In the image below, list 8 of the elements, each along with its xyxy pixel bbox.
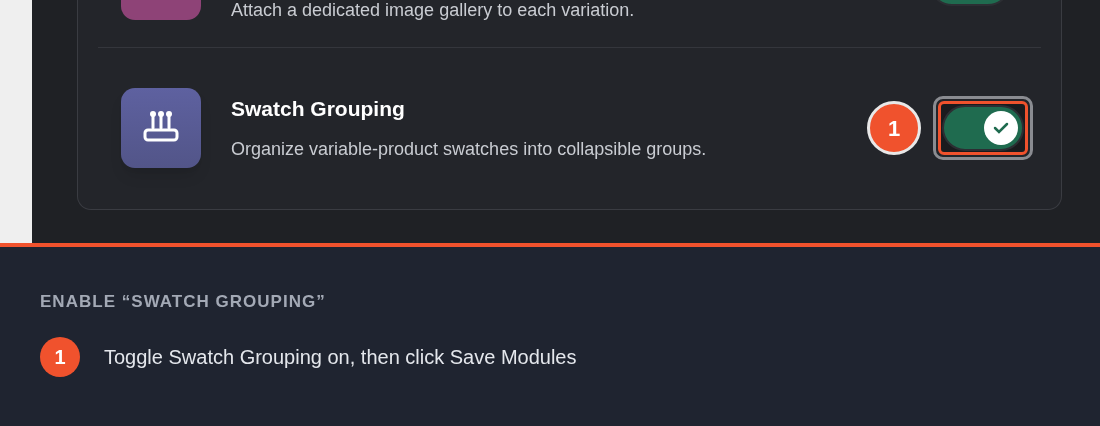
module-description: Attach a dedicated image gallery to each variation.: [231, 0, 635, 20]
step-text: Toggle Swatch Grouping on, then click Save Modules: [104, 344, 577, 370]
step-badge: 1: [867, 101, 921, 155]
module-title: Swatch Grouping: [231, 95, 406, 122]
toggle-switch[interactable]: [942, 105, 1024, 151]
instruction-heading: ENABLE “SWATCH GROUPING”: [40, 291, 327, 313]
step-badge: 1: [40, 336, 80, 377]
module-description: Organize variable-product swatches into collapsible groups.: [231, 138, 708, 162]
